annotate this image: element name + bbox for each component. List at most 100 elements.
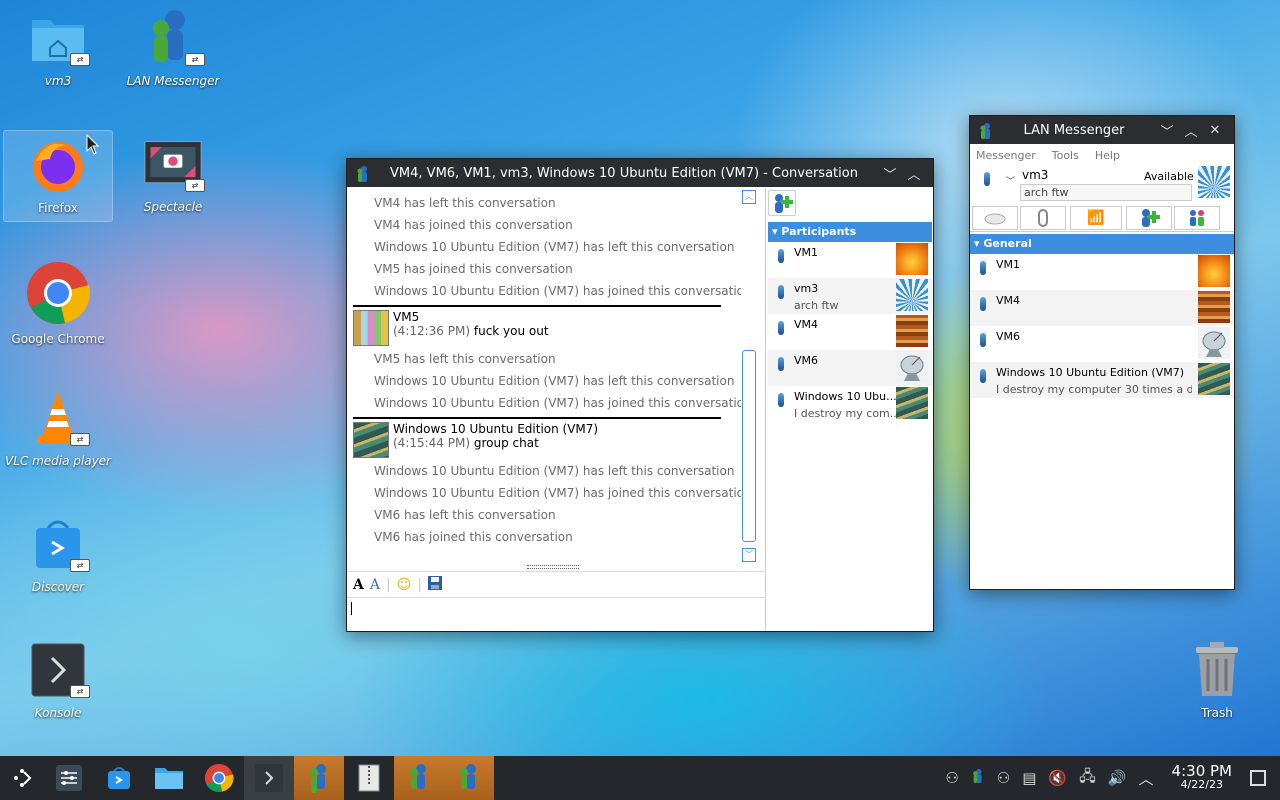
scroll-down-arrow[interactable]: ﹀: [742, 548, 756, 562]
avatar: [1198, 291, 1230, 323]
satellite-dish-avatar: [1198, 327, 1230, 359]
discover-taskbar-icon[interactable]: [94, 756, 144, 800]
application-launcher-button[interactable]: [0, 756, 44, 800]
desktop-icon-label: Trash: [1201, 706, 1233, 720]
message-text: group chat: [473, 436, 539, 450]
contact-item[interactable]: VM4: [970, 290, 1234, 326]
show-desktop-icon[interactable]: [1250, 770, 1266, 786]
save-icon[interactable]: [428, 575, 443, 594]
desktop-icon-discover[interactable]: ⇄ Discover: [3, 514, 113, 594]
system-message: VM6 has left this conversation: [374, 508, 556, 522]
message-input[interactable]: [347, 597, 765, 631]
taskbar: ⚇ ⚇ ▤ 🔇 🖧 🔊 ︿ 4:30 PM 4/22/23: [0, 756, 1280, 800]
desktop-icon-vm3[interactable]: ⇄ vm3: [3, 8, 113, 88]
group-chat-button[interactable]: [1174, 206, 1220, 230]
contact-item[interactable]: Windows 10 Ubuntu Edition (VM7) I destro…: [970, 362, 1234, 398]
desktop-icon-lan-messenger[interactable]: ⇄ LAN Messenger: [118, 8, 228, 88]
font-color-icon[interactable]: A: [370, 577, 380, 593]
splitter-handle[interactable]: [527, 565, 579, 569]
system-message: Windows 10 Ubuntu Edition (VM7) has left…: [374, 374, 735, 388]
desktop-icon-konsole[interactable]: ⇄ Konsole: [3, 640, 113, 720]
participant-item[interactable]: VM6: [768, 350, 932, 386]
user-switcher-icon[interactable]: ⚇: [945, 769, 958, 787]
lan-messenger-window-taskbar-icon[interactable]: [444, 756, 494, 800]
lan-messenger-conversation-taskbar-icon[interactable]: [394, 756, 444, 800]
desktop-icon-label: Spectacle: [143, 200, 203, 214]
menu-bar: Messenger Tools Help: [970, 144, 1234, 166]
kde-connect-icon[interactable]: ⚇: [997, 769, 1010, 787]
expand-tray-icon[interactable]: ︿: [1139, 768, 1154, 789]
maximize-button[interactable]: ︿: [903, 162, 925, 184]
volume-icon[interactable]: 🔊: [1108, 769, 1127, 787]
maximize-button[interactable]: ︿: [1180, 119, 1202, 141]
conversation-titlebar: VM4, VM6, VM1, vm3, Windows 10 Ubuntu Ed…: [347, 159, 933, 187]
participant-item[interactable]: vm3 arch ftw: [768, 278, 932, 314]
participants-header[interactable]: ▾ Participants: [768, 222, 932, 242]
home-folder-icon: ⇄: [28, 8, 90, 68]
participant-item[interactable]: VM1: [768, 242, 932, 278]
lan-messenger-icon: ⇄: [143, 8, 205, 68]
message-time: (4:12:36 PM): [393, 324, 471, 338]
spectacle-icon: ⇄: [143, 134, 205, 194]
mute-icon[interactable]: 🔇: [1048, 769, 1067, 787]
system-message: VM5 has joined this conversation: [374, 262, 573, 276]
minimize-button[interactable]: ﹀: [879, 162, 901, 184]
desktop-icon-label: vm3: [44, 74, 72, 88]
system-tray: ⚇ ⚇ ▤ 🔇 🖧 🔊 ︿ 4:30 PM 4/22/23: [939, 756, 1280, 800]
user-status-icon: [778, 285, 784, 299]
close-button[interactable]: ✕: [1204, 119, 1226, 141]
user-status-icon: [980, 369, 986, 383]
participant-item[interactable]: VM4: [768, 314, 932, 350]
user-info-panel: ﹀ vm3 Available arch ftw: [970, 166, 1234, 204]
availability-status[interactable]: Available: [1144, 170, 1194, 183]
clock[interactable]: 4:30 PM 4/22/23: [1172, 764, 1232, 792]
contact-item[interactable]: VM6: [970, 326, 1234, 362]
scroll-thumb[interactable]: [742, 350, 756, 542]
mouse-pointer-icon: [86, 133, 100, 159]
font-icon[interactable]: A: [353, 577, 364, 593]
user-avatar[interactable]: [1198, 166, 1230, 198]
menu-help[interactable]: Help: [1095, 149, 1120, 162]
scroll-up-arrow[interactable]: ︿: [742, 190, 756, 204]
status-note-input[interactable]: arch ftw: [1020, 184, 1192, 201]
discover-bag-icon: ⇄: [28, 514, 90, 574]
lan-messenger-taskbar-icon[interactable]: [294, 756, 344, 800]
messenger-titlebar: LAN Messenger ﹀ ︿ ✕: [970, 116, 1234, 144]
message-separator: [353, 305, 721, 307]
chat-room-button[interactable]: [972, 206, 1018, 230]
smiley-icon[interactable]: ☺: [397, 577, 412, 593]
group-header-general[interactable]: ▾ General: [970, 234, 1234, 254]
terminal-icon: ⇄: [28, 640, 90, 700]
chrome-taskbar-icon[interactable]: [194, 756, 244, 800]
desktop-icon-label: Google Chrome: [11, 332, 105, 346]
chat-scrollbar[interactable]: ︿ ﹀: [741, 188, 757, 564]
broadcast-button[interactable]: 📶: [1070, 206, 1122, 230]
minimize-button[interactable]: ﹀: [1156, 119, 1178, 141]
menu-messenger[interactable]: Messenger: [976, 149, 1036, 162]
system-message: VM4 has joined this conversation: [374, 218, 573, 232]
archive-taskbar-icon[interactable]: [344, 756, 394, 800]
file-manager-taskbar-icon[interactable]: [144, 756, 194, 800]
contact-item[interactable]: VM1: [970, 254, 1234, 290]
status-dropdown-arrow[interactable]: ﹀: [1006, 174, 1015, 187]
lan-messenger-tray-icon[interactable]: [971, 767, 985, 789]
formatting-toolbar: A A | ☺ |: [347, 571, 765, 597]
desktop-icon-google-chrome[interactable]: Google Chrome: [3, 260, 113, 346]
user-status-icon[interactable]: [984, 172, 990, 186]
desktop-icon-spectacle[interactable]: ⇄ Spectacle: [118, 134, 228, 214]
conversation-window: VM4, VM6, VM1, vm3, Windows 10 Ubuntu Ed…: [346, 158, 934, 632]
network-icon[interactable]: 🖧: [1079, 766, 1096, 791]
add-participant-button[interactable]: [768, 190, 796, 216]
konsole-taskbar-icon[interactable]: [244, 756, 294, 800]
menu-tools[interactable]: Tools: [1052, 149, 1079, 162]
message-sender: VM5: [393, 310, 420, 324]
avatar: [1198, 255, 1230, 287]
participant-item[interactable]: Windows 10 Ubu... I destroy my com...: [768, 386, 932, 422]
desktop-icon-trash[interactable]: Trash: [1162, 640, 1272, 720]
desktop-icon-vlc[interactable]: ⇄ VLC media player: [3, 388, 113, 468]
system-settings-taskbar-icon[interactable]: [44, 756, 94, 800]
add-contact-button[interactable]: [1126, 206, 1172, 230]
lan-messenger-icon: [978, 122, 994, 139]
clipboard-icon[interactable]: ▤: [1022, 769, 1036, 787]
send-file-button[interactable]: [1020, 206, 1066, 230]
